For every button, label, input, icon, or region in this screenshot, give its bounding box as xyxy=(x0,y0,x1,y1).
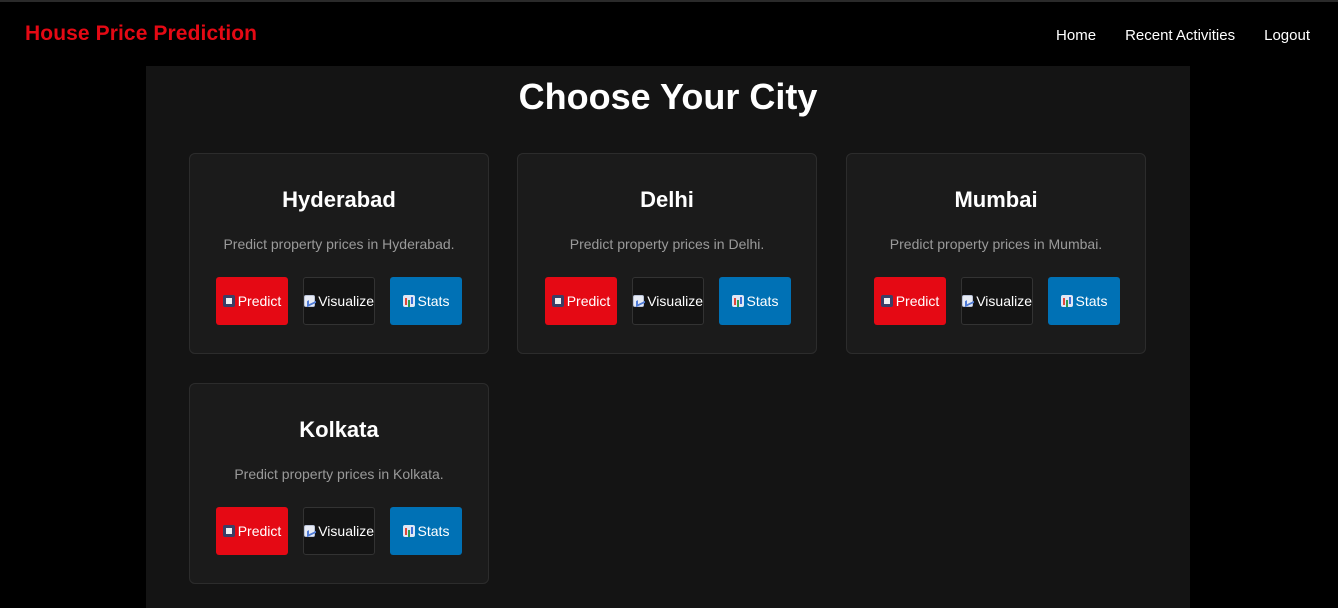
line-chart-icon xyxy=(304,525,316,537)
visualize-button[interactable]: Visualize xyxy=(632,277,704,325)
city-actions: Predict Visualize Stats xyxy=(216,507,462,555)
bar-chart-icon xyxy=(402,295,415,307)
predict-button[interactable]: Predict xyxy=(216,277,288,325)
city-card-hyderabad: Hyderabad Predict property prices in Hyd… xyxy=(189,153,489,354)
predict-label: Predict xyxy=(237,523,282,539)
stats-label: Stats xyxy=(417,523,450,539)
nav-links: Home Recent Activities Logout xyxy=(1056,27,1310,44)
city-description: Predict property prices in Kolkata. xyxy=(234,466,444,482)
predict-button[interactable]: Predict xyxy=(874,277,946,325)
city-actions: Predict Visualize Stats xyxy=(545,277,791,325)
main-panel: Choose Your City Hyderabad Predict prope… xyxy=(146,66,1190,608)
house-icon xyxy=(222,295,235,307)
city-name: Hyderabad xyxy=(282,187,396,212)
nav-recent-activities-link[interactable]: Recent Activities xyxy=(1125,27,1235,44)
stats-label: Stats xyxy=(746,293,779,309)
predict-label: Predict xyxy=(895,293,940,309)
visualize-button[interactable]: Visualize xyxy=(303,277,375,325)
city-actions: Predict Visualize Stats xyxy=(874,277,1120,325)
line-chart-icon xyxy=(633,295,645,307)
city-description: Predict property prices in Hyderabad. xyxy=(223,236,455,252)
city-description: Predict property prices in Delhi. xyxy=(569,236,765,252)
bar-chart-icon xyxy=(731,295,744,307)
top-navbar: House Price Prediction Home Recent Activ… xyxy=(0,0,1338,66)
city-actions: Predict Visualize Stats xyxy=(216,277,462,325)
bar-chart-icon xyxy=(402,525,415,537)
predict-label: Predict xyxy=(566,293,611,309)
stats-button[interactable]: Stats xyxy=(390,277,462,325)
visualize-label: Visualize xyxy=(647,293,703,309)
house-icon xyxy=(551,295,564,307)
line-chart-icon xyxy=(304,295,316,307)
visualize-button[interactable]: Visualize xyxy=(303,507,375,555)
stats-button[interactable]: Stats xyxy=(1048,277,1120,325)
city-card-delhi: Delhi Predict property prices in Delhi. … xyxy=(517,153,817,354)
bar-chart-icon xyxy=(1060,295,1073,307)
city-card-mumbai: Mumbai Predict property prices in Mumbai… xyxy=(846,153,1146,354)
visualize-label: Visualize xyxy=(318,523,374,539)
city-name: Mumbai xyxy=(954,187,1038,212)
visualize-label: Visualize xyxy=(318,293,374,309)
predict-label: Predict xyxy=(237,293,282,309)
visualize-label: Visualize xyxy=(976,293,1032,309)
nav-logout-link[interactable]: Logout xyxy=(1264,27,1310,44)
city-name: Delhi xyxy=(640,187,694,212)
stats-button[interactable]: Stats xyxy=(390,507,462,555)
city-description: Predict property prices in Mumbai. xyxy=(889,236,1103,252)
brand-title[interactable]: House Price Prediction xyxy=(25,22,257,46)
stats-button[interactable]: Stats xyxy=(719,277,791,325)
house-icon xyxy=(222,525,235,537)
predict-button[interactable]: Predict xyxy=(216,507,288,555)
predict-button[interactable]: Predict xyxy=(545,277,617,325)
city-card-kolkata: Kolkata Predict property prices in Kolka… xyxy=(189,383,489,584)
line-chart-icon xyxy=(962,295,974,307)
nav-home-link[interactable]: Home xyxy=(1056,27,1096,44)
stats-label: Stats xyxy=(1075,293,1108,309)
stats-label: Stats xyxy=(417,293,450,309)
house-icon xyxy=(880,295,893,307)
page-title: Choose Your City xyxy=(518,76,818,117)
city-name: Kolkata xyxy=(299,417,379,442)
visualize-button[interactable]: Visualize xyxy=(961,277,1033,325)
